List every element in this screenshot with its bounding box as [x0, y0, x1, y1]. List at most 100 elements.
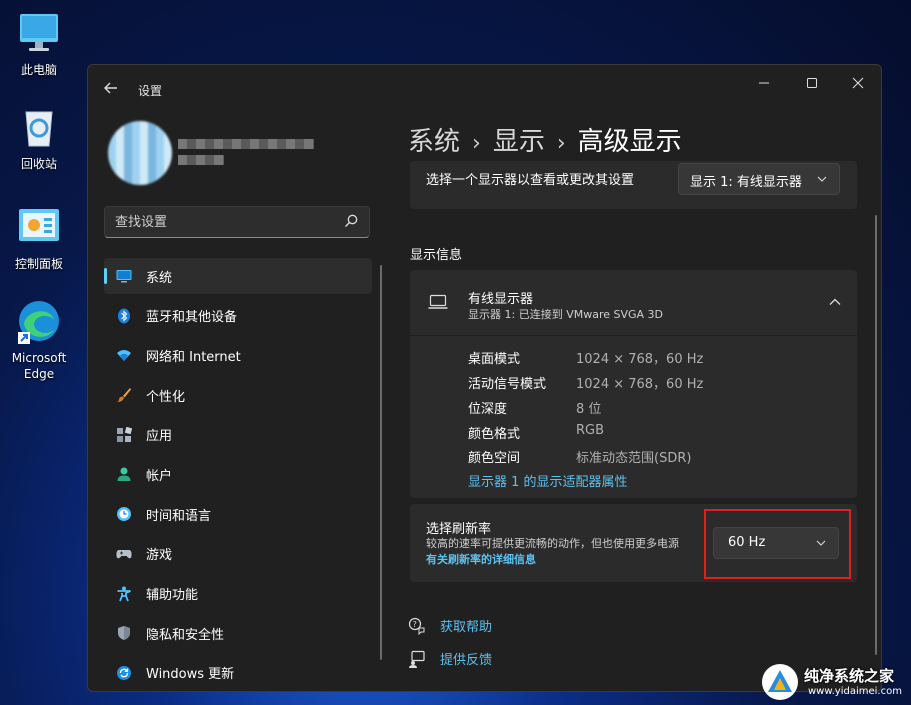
desktop-icon-control-panel[interactable]: 控制面板: [3, 204, 75, 272]
page-title: 高级显示: [577, 127, 682, 157]
display-select-dropdown[interactable]: 显示 1: 有线显示器: [678, 163, 840, 195]
watermark-name: 纯净系统之家: [804, 667, 895, 685]
desktop-icon-label: 此电脑: [20, 63, 57, 77]
feedback-link[interactable]: 提供反馈: [408, 649, 492, 668]
info-row-active-signal-mode: 活动信号模式 1024 × 768，60 Hz: [468, 373, 703, 392]
get-help-link[interactable]: ? 获取帮助: [408, 616, 492, 635]
control-panel-icon: [16, 204, 62, 250]
search-box[interactable]: [104, 206, 370, 238]
info-value: 8 位: [576, 402, 602, 417]
settings-window: 设置 系统 蓝牙和其他设备 网络和 Internet: [87, 64, 882, 692]
search-icon[interactable]: [343, 213, 359, 229]
close-icon: [852, 77, 864, 89]
sidebar-item-accessibility[interactable]: 辅助功能: [104, 576, 372, 612]
title-bar[interactable]: 设置: [88, 65, 881, 113]
info-row-color-space: 颜色空间 标准动态范围(SDR): [468, 447, 691, 466]
minimize-button[interactable]: [741, 71, 787, 101]
breadcrumb-system[interactable]: 系统: [408, 127, 460, 157]
monitor-name: 有线显示器: [468, 292, 534, 307]
refresh-rate-info-link[interactable]: 有关刷新率的详细信息: [426, 553, 536, 566]
refresh-rate-title: 选择刷新率: [426, 522, 492, 537]
sidebar-item-privacy-security[interactable]: 隐私和安全性: [104, 615, 372, 651]
breadcrumb-display[interactable]: 显示: [493, 127, 545, 157]
minimize-icon: [759, 82, 769, 84]
content-scrollbar[interactable]: [875, 215, 877, 655]
user-profile[interactable]: [102, 117, 382, 193]
display-select-label: 选择一个显示器以查看或更改其设置: [426, 173, 635, 188]
arrow-left-icon: [104, 82, 117, 94]
watermark-url: www.yidaimei.com: [808, 686, 902, 697]
desktop-icon-this-pc[interactable]: 此电脑: [3, 10, 75, 78]
clock-globe-icon: [117, 507, 131, 522]
display-info-header[interactable]: 有线显示器 显示器 1: 已连接到 VMware SVGA 3D: [410, 270, 857, 336]
info-row-bit-depth: 位深度 8 位: [468, 398, 601, 417]
sidebar-item-system[interactable]: 系统: [104, 258, 372, 294]
maximize-button[interactable]: [789, 71, 835, 101]
app-title: 设置: [138, 84, 163, 98]
apps-icon: [117, 426, 132, 442]
desktop-icon-edge[interactable]: Microsoft Edge: [3, 298, 75, 382]
desktop-icon-recycle-bin[interactable]: 回收站: [3, 104, 75, 172]
bluetooth-icon: [118, 308, 130, 324]
info-value: RGB: [576, 423, 605, 438]
maximize-icon: [807, 78, 817, 88]
info-key: 桌面模式: [468, 352, 521, 367]
info-value: 1024 × 768，60 Hz: [576, 352, 704, 367]
display-info-section-title: 显示信息: [410, 248, 463, 263]
info-row-desktop-mode: 桌面模式 1024 × 768，60 Hz: [468, 348, 703, 367]
info-key: 颜色空间: [468, 451, 521, 466]
info-key: 活动信号模式: [468, 377, 547, 392]
desktop-icon-label: 回收站: [20, 157, 57, 171]
sidebar-item-apps[interactable]: 应用: [104, 417, 372, 453]
sidebar-item-label: 系统: [146, 270, 173, 286]
sidebar-item-accounts[interactable]: 帐户: [104, 456, 372, 492]
sidebar-item-label: 个性化: [146, 389, 186, 405]
sidebar-item-label: 时间和语言: [146, 508, 212, 524]
laptop-icon: [428, 294, 448, 309]
system-icon: [116, 270, 132, 283]
get-help-label: 获取帮助: [440, 620, 493, 635]
user-email-redacted: [178, 155, 224, 165]
info-value: 1024 × 768，60 Hz: [576, 377, 704, 392]
feedback-icon: [409, 650, 425, 668]
sidebar-item-time-language[interactable]: 时间和语言: [104, 496, 372, 532]
edge-icon: [16, 298, 62, 344]
info-key: 位深度: [468, 402, 508, 417]
close-button[interactable]: [835, 71, 881, 101]
refresh-rate-description: 较高的速率可提供更流畅的动作，但也使用更多电源 有关刷新率的详细信息: [426, 536, 692, 568]
sidebar-item-gaming[interactable]: 游戏: [104, 536, 372, 572]
accessibility-icon: [117, 586, 131, 601]
sidebar-item-label: 应用: [146, 429, 173, 445]
sidebar-item-windows-update[interactable]: Windows 更新: [104, 655, 372, 691]
breadcrumb: 系统 › 显示 › 高级显示: [408, 121, 682, 158]
breadcrumb-separator: ›: [472, 131, 481, 156]
chevron-up-icon[interactable]: [829, 296, 841, 308]
sidebar-item-label: 游戏: [146, 548, 173, 564]
sidebar-item-bluetooth[interactable]: 蓝牙和其他设备: [104, 298, 372, 334]
info-row-color-format: 颜色格式 RGB: [468, 423, 604, 442]
sidebar-item-personalization[interactable]: 个性化: [104, 377, 372, 413]
help-chat-icon: ?: [408, 617, 425, 635]
shield-icon: [118, 626, 130, 641]
search-input[interactable]: [115, 213, 335, 231]
sidebar-scrollbar[interactable]: [380, 265, 382, 660]
sidebar-nav: 系统 蓝牙和其他设备 网络和 Internet 个性化 应用 帐户 时间和语言: [104, 258, 372, 691]
highlight-box: [704, 509, 851, 579]
sidebar-item-label: 网络和 Internet: [146, 349, 241, 365]
back-button[interactable]: [102, 79, 122, 99]
refresh-rate-desc-text: 较高的速率可提供更流畅的动作，但也使用更多电源: [426, 537, 679, 550]
sidebar-item-network[interactable]: 网络和 Internet: [104, 337, 372, 373]
account-icon: [117, 467, 131, 482]
sidebar-item-label: 帐户: [146, 468, 173, 484]
avatar: [108, 121, 172, 185]
recycle-bin-icon: [16, 104, 62, 150]
monitor-icon: [16, 10, 62, 56]
sidebar-item-label: Windows 更新: [146, 667, 235, 683]
brush-icon: [117, 388, 131, 403]
desktop-icon-label: 控制面板: [14, 257, 63, 271]
display-select-card: 选择一个显示器以查看或更改其设置 显示 1: 有线显示器: [410, 161, 857, 209]
sidebar-item-label: 隐私和安全性: [146, 627, 225, 643]
update-icon: [117, 665, 131, 680]
adapter-properties-link[interactable]: 显示器 1 的显示适配器属性: [468, 471, 628, 490]
watermark-logo-icon: [762, 664, 798, 700]
